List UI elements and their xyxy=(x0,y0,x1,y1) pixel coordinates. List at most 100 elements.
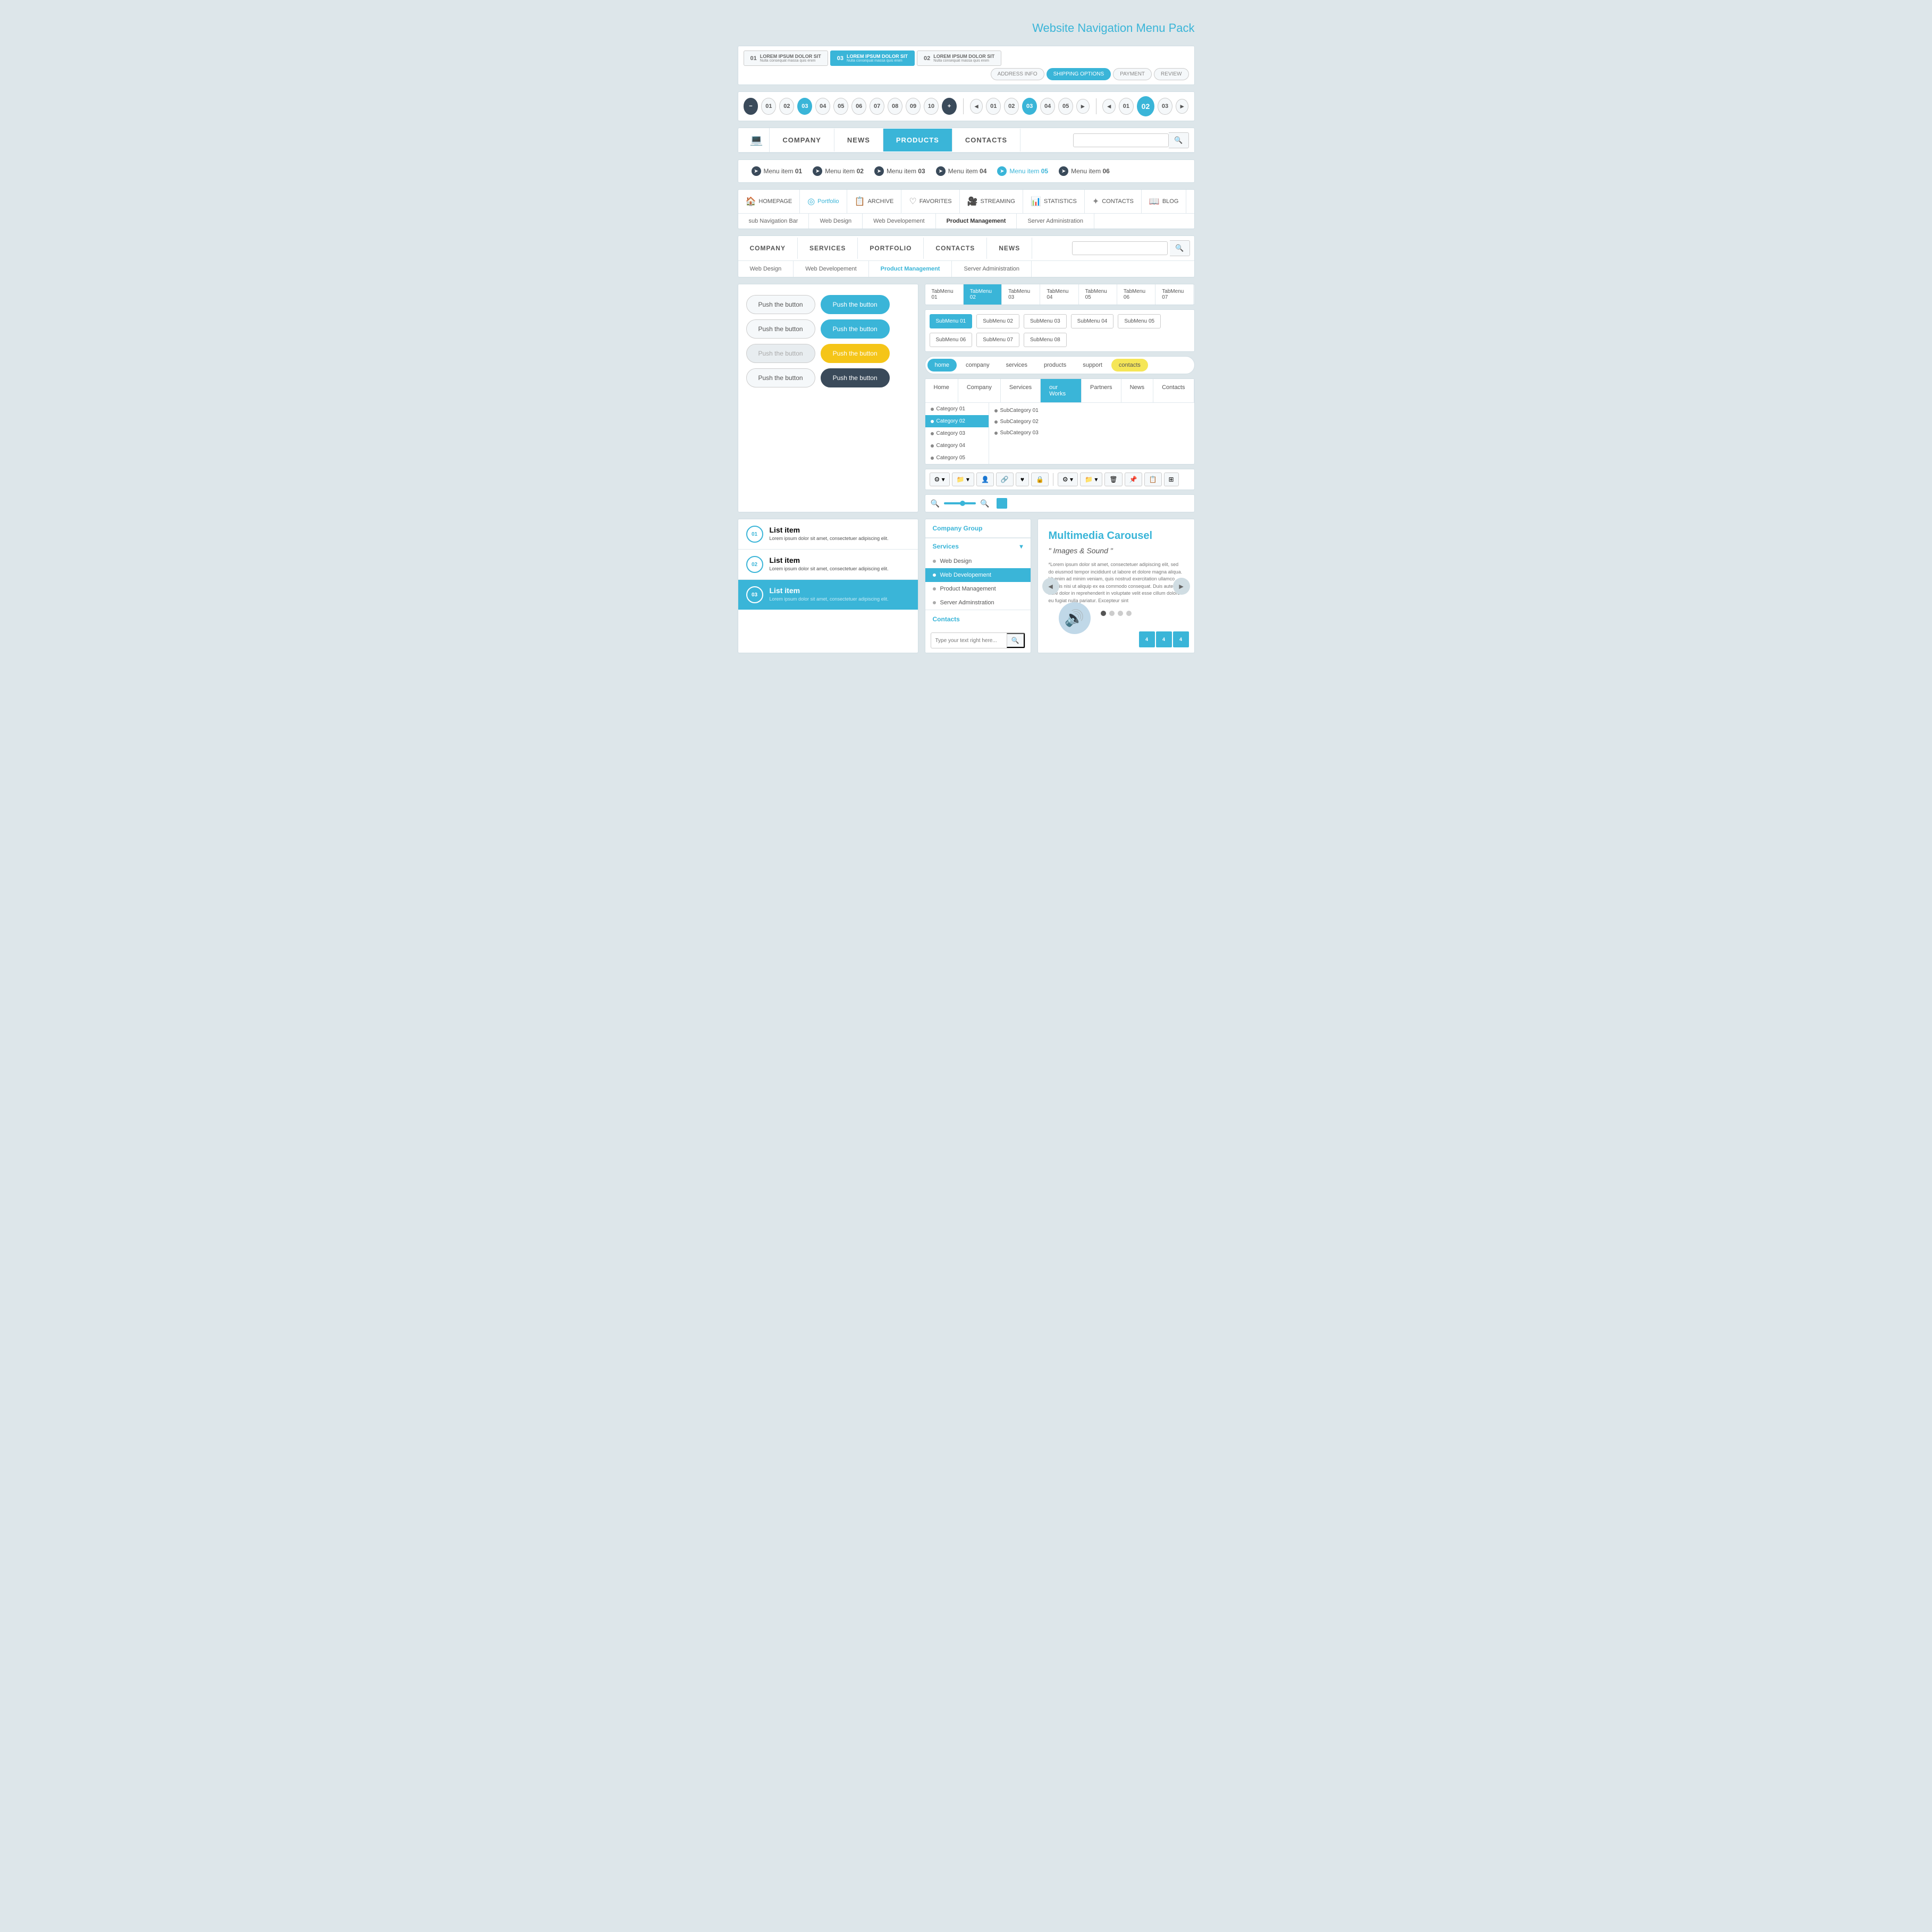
pag1-08[interactable]: 08 xyxy=(888,98,902,115)
nav2-search-input[interactable] xyxy=(1072,241,1168,255)
tab-01[interactable]: TabMenu 01 xyxy=(925,284,964,305)
list-item-01[interactable]: 01 List item Lorem ipsum dolor sit amet,… xyxy=(738,519,918,550)
sub-03[interactable]: SubMenu 03 xyxy=(1024,314,1067,328)
tab-05[interactable]: TabMenu 05 xyxy=(1079,284,1117,305)
pag2-02[interactable]: 02 xyxy=(1004,98,1019,115)
tab-07[interactable]: TabMenu 07 xyxy=(1155,284,1194,305)
dnav-news[interactable]: News xyxy=(1121,379,1154,402)
carousel-prev[interactable]: ◄ xyxy=(1042,578,1059,595)
tab-06[interactable]: TabMenu 06 xyxy=(1117,284,1155,305)
sub-nav-webdev[interactable]: Web Developement xyxy=(863,214,935,229)
carousel-next[interactable]: ► xyxy=(1173,578,1190,595)
nav2-contacts[interactable]: CONTACTS xyxy=(924,238,987,259)
toolbar-gear2[interactable]: ⚙ ▾ xyxy=(1058,473,1078,486)
checkout-shipping[interactable]: SHIPPING OPTIONS xyxy=(1047,68,1111,80)
sub-07[interactable]: SubMenu 07 xyxy=(976,333,1019,347)
search-input[interactable] xyxy=(1073,133,1169,147)
cat-04[interactable]: Category 04 xyxy=(925,440,989,452)
pag1-minus[interactable]: − xyxy=(744,98,758,115)
sub-nav-webdesign[interactable]: Web Design xyxy=(809,214,863,229)
sidebar-web-design[interactable]: Web Design xyxy=(925,554,1031,568)
toolbar-folder[interactable]: 📁 ▾ xyxy=(952,473,974,486)
icon-nav-blog[interactable]: 📖 BLOG xyxy=(1142,190,1187,213)
sidebar-services-toggle[interactable]: Services ▾ xyxy=(925,538,1031,554)
sub-nav2-webdesign[interactable]: Web Design xyxy=(738,261,794,277)
step-item-01[interactable]: 01 LOREM IPSUM DOLOR SIT Nulla consequat… xyxy=(744,50,828,66)
toolbar-heart[interactable]: ♥ xyxy=(1016,473,1029,486)
toolbar-copy[interactable]: 📋 xyxy=(1144,473,1162,486)
pag2-03[interactable]: 03 xyxy=(1022,98,1037,115)
sub-nav-server-admin[interactable]: Server Administration xyxy=(1017,214,1094,229)
pill-home[interactable]: home xyxy=(927,359,957,372)
toolbar-trash[interactable]: 🗑 xyxy=(1104,473,1122,486)
icon-nav-statistics[interactable]: 📊 STATISTICS xyxy=(1023,190,1085,213)
sidebar-product-mgmt[interactable]: Product Management xyxy=(925,582,1031,596)
toolbar-gear[interactable]: ⚙ ▾ xyxy=(930,473,950,486)
pag3-03[interactable]: 03 xyxy=(1158,98,1172,115)
icon-nav-favorites[interactable]: ♡ FAVORITES xyxy=(901,190,959,213)
sidebar-web-dev[interactable]: Web Developement xyxy=(925,568,1031,582)
nav2-search-button[interactable]: 🔍 xyxy=(1170,240,1189,256)
dnav-services[interactable]: Services xyxy=(1001,379,1041,402)
carousel-dot-2[interactable] xyxy=(1109,611,1115,616)
pag3-prev[interactable]: ◄ xyxy=(1102,99,1116,114)
sub-02[interactable]: SubMenu 02 xyxy=(976,314,1019,328)
cat-01[interactable]: Category 01 xyxy=(925,403,989,415)
pag2-04[interactable]: 04 xyxy=(1040,98,1055,115)
pag3-next[interactable]: ► xyxy=(1176,99,1189,114)
icon-nav-portfolio[interactable]: ◎ Portfolio xyxy=(800,190,847,213)
pag1-04[interactable]: 04 xyxy=(815,98,830,115)
zoom-out-icon[interactable]: 🔍 xyxy=(931,499,940,508)
dnav-contacts[interactable]: Contacts xyxy=(1153,379,1194,402)
pag3-01[interactable]: 01 xyxy=(1119,98,1134,115)
toolbar-user[interactable]: 👤 xyxy=(976,473,994,486)
cat-02[interactable]: Category 02 xyxy=(925,415,989,427)
menu-item-06[interactable]: ➤ Menu item 06 xyxy=(1056,165,1112,177)
icon-nav-contacts[interactable]: ✦ CONTACTS xyxy=(1085,190,1142,213)
subcat-03[interactable]: SubCategory 03 xyxy=(989,427,1058,438)
tab-04[interactable]: TabMenu 04 xyxy=(1040,284,1078,305)
nav2-news[interactable]: NEWS xyxy=(987,238,1032,259)
checkout-address[interactable]: ADDRESS INFO xyxy=(991,68,1044,80)
pill-contacts[interactable]: contacts xyxy=(1111,359,1148,372)
icon-nav-homepage[interactable]: 🏠 HOMEPAGE xyxy=(738,190,800,213)
list-item-03[interactable]: 03 List item Lorem ipsum dolor sit amet,… xyxy=(738,580,918,610)
toolbar-lock[interactable]: 🔒 xyxy=(1031,473,1049,486)
zoom-in-icon[interactable]: 🔍 xyxy=(980,499,989,508)
zoom-slider[interactable] xyxy=(944,502,976,504)
cat-03[interactable]: Category 03 xyxy=(925,427,989,440)
nav2-portfolio[interactable]: PORTFOLIO xyxy=(858,238,924,259)
sub-01[interactable]: SubMenu 01 xyxy=(930,314,973,328)
pag2-05[interactable]: 05 xyxy=(1058,98,1073,115)
sub-nav-product-mgmt[interactable]: Product Management xyxy=(936,214,1017,229)
sidebar-server-admin[interactable]: Server Adminstration xyxy=(925,596,1031,610)
pag2-next[interactable]: ► xyxy=(1076,99,1090,114)
sub-nav2-server-admin[interactable]: Server Administration xyxy=(952,261,1032,277)
dnav-company[interactable]: Company xyxy=(958,379,1001,402)
pag2-prev[interactable]: ◄ xyxy=(970,99,983,114)
menu-item-01[interactable]: ➤ Menu item 01 xyxy=(749,165,805,177)
dnav-partners[interactable]: Partners xyxy=(1082,379,1121,402)
sub-05[interactable]: SubMenu 05 xyxy=(1118,314,1161,328)
tab-03[interactable]: TabMenu 03 xyxy=(1002,284,1040,305)
sub-06[interactable]: SubMenu 06 xyxy=(930,333,973,347)
btn-yellow[interactable]: Push the button xyxy=(821,344,890,363)
sub-08[interactable]: SubMenu 08 xyxy=(1024,333,1067,347)
btn-default-2[interactable]: Push the button xyxy=(746,319,815,339)
menu-item-04[interactable]: ➤ Menu item 04 xyxy=(933,165,990,177)
pill-services[interactable]: services xyxy=(999,359,1035,372)
sub-04[interactable]: SubMenu 04 xyxy=(1071,314,1114,328)
toolbar-folder2[interactable]: 📁 ▾ xyxy=(1080,473,1102,486)
toolbar-pin[interactable]: 📌 xyxy=(1125,473,1142,486)
toolbar-link[interactable]: 🔗 xyxy=(996,473,1014,486)
pag1-05[interactable]: 05 xyxy=(833,98,848,115)
toolbar-resize[interactable]: ⊞ xyxy=(1164,473,1179,486)
subcat-02[interactable]: SubCategory 02 xyxy=(989,416,1058,427)
pill-support[interactable]: support xyxy=(1075,359,1110,372)
carousel-dot-1[interactable] xyxy=(1101,611,1106,616)
nav2-services[interactable]: SERVICES xyxy=(798,238,858,259)
nav-contacts[interactable]: CONTACTS xyxy=(952,129,1020,151)
btn-dark[interactable]: Push the button xyxy=(821,368,890,387)
pag1-10[interactable]: 10 xyxy=(924,98,939,115)
menu-item-03[interactable]: ➤ Menu item 03 xyxy=(872,165,928,177)
